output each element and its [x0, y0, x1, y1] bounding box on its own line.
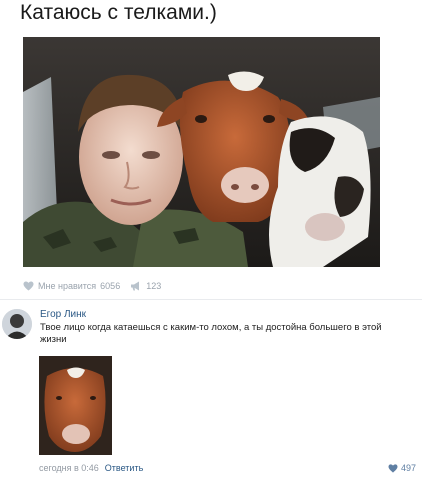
heart-icon [388, 463, 398, 473]
post-actions: Мне нравится 6056 123 [23, 278, 161, 294]
repost-button[interactable]: 123 [130, 281, 161, 291]
reposts-count: 123 [146, 281, 162, 291]
comment-likes-count: 497 [400, 463, 416, 473]
comment-like-button[interactable]: 497 [388, 462, 416, 474]
divider [0, 299, 422, 300]
comment-footer: сегодня в 0:46 Ответить [39, 462, 143, 474]
post-title: Катаюсь с телками.) [20, 1, 217, 24]
comment-photo[interactable] [39, 356, 112, 455]
comment-time: сегодня в 0:46 [39, 463, 99, 473]
likes-label: Мне нравится [38, 281, 97, 291]
comment-text: Твое лицо когда катаешься с каким-то лох… [40, 322, 382, 345]
comment-author[interactable]: Егор Линк [40, 309, 86, 320]
like-button[interactable]: Мне нравится 6056 [23, 281, 120, 291]
likes-count: 6056 [100, 281, 121, 291]
heart-icon [23, 281, 34, 291]
post-photo[interactable] [23, 37, 380, 267]
avatar[interactable] [2, 309, 32, 339]
reply-button[interactable]: Ответить [105, 463, 143, 473]
megaphone-icon [131, 281, 140, 291]
